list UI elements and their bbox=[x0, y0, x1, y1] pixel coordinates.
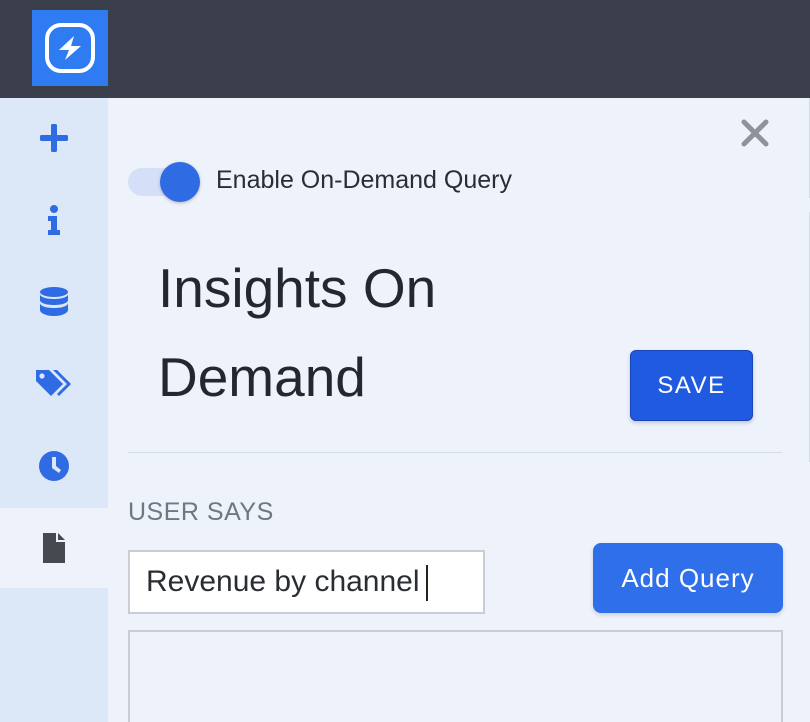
sidebar-item-document[interactable] bbox=[0, 508, 108, 588]
page-title: Insights On Demand bbox=[158, 257, 437, 408]
lightning-bolt-icon bbox=[45, 23, 95, 73]
text-caret bbox=[426, 565, 428, 601]
sidebar-item-info[interactable] bbox=[0, 180, 108, 260]
close-button[interactable] bbox=[738, 116, 772, 150]
user-says-label: USER SAYS bbox=[128, 498, 274, 526]
info-icon bbox=[48, 205, 60, 235]
database-icon bbox=[40, 287, 68, 316]
toggle-label: Enable On-Demand Query bbox=[216, 166, 512, 194]
sidebar-item-tags[interactable] bbox=[0, 344, 108, 424]
sidebar-item-add[interactable] bbox=[0, 98, 108, 178]
divider bbox=[128, 452, 782, 453]
sidebar bbox=[0, 98, 108, 722]
add-query-button[interactable]: Add Query bbox=[593, 543, 783, 613]
clock-icon bbox=[39, 451, 69, 481]
toggle-knob bbox=[160, 162, 200, 202]
user-says-input[interactable] bbox=[128, 550, 485, 614]
panel-edge bbox=[805, 212, 810, 462]
sidebar-item-history[interactable] bbox=[0, 426, 108, 506]
save-button[interactable]: SAVE bbox=[630, 350, 753, 421]
sidebar-item-database[interactable] bbox=[0, 262, 108, 342]
document-icon bbox=[43, 533, 65, 563]
close-icon bbox=[741, 119, 769, 147]
plus-icon bbox=[40, 124, 68, 152]
queries-list[interactable] bbox=[128, 630, 783, 722]
panel-edge bbox=[806, 98, 810, 198]
app-logo[interactable] bbox=[32, 10, 108, 86]
top-bar bbox=[0, 0, 810, 98]
on-demand-toggle[interactable] bbox=[128, 162, 202, 202]
tags-icon bbox=[36, 370, 71, 396]
